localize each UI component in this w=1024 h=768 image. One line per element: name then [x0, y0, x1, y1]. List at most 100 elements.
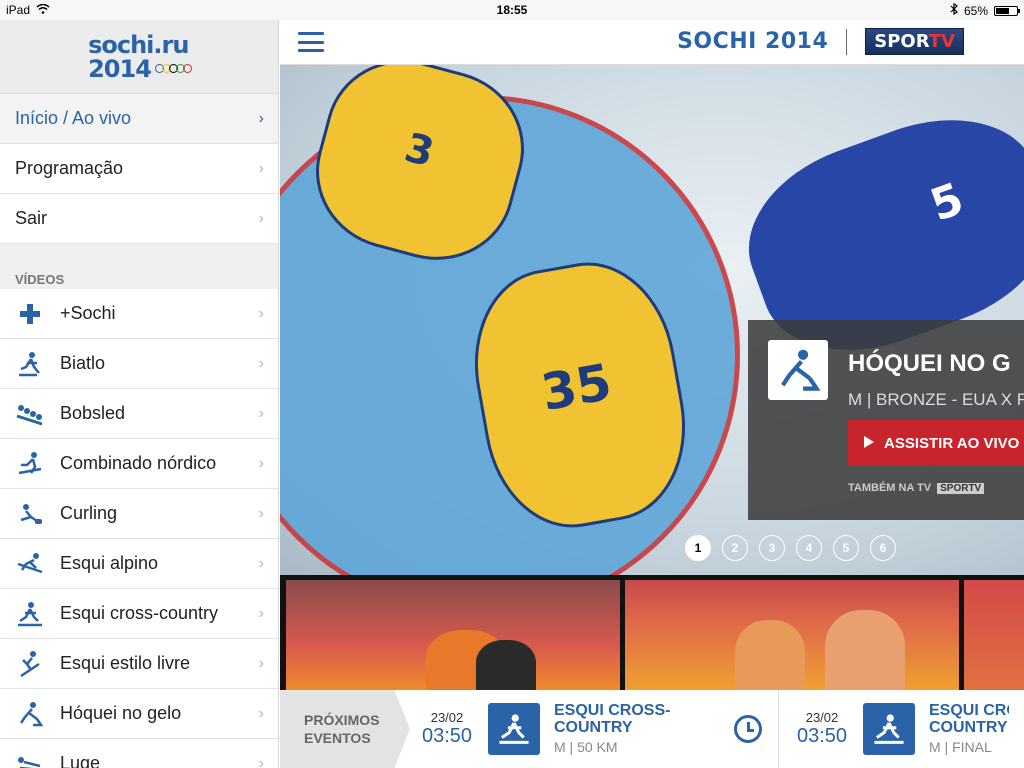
cross-country-skiing-icon — [15, 599, 45, 629]
chevron-right-icon: › — [258, 355, 264, 372]
video-label: Biatlo — [60, 353, 106, 373]
carousel-pagination: 1 2 3 4 5 6 — [685, 535, 896, 561]
event-name-line2: COUNTRY — [929, 719, 1008, 736]
status-bar: iPad 18:55 65% — [0, 0, 1024, 20]
event-when: 23/02 03:50 — [791, 710, 853, 748]
live-event-subtitle: M | BRONZE - EUA X F — [848, 390, 1024, 409]
event-meta: M | 50 KM — [554, 738, 618, 755]
sportv-logo: SPORTV — [865, 28, 964, 55]
event-divider — [778, 690, 779, 768]
video-item-biatlo[interactable]: Biatlo › — [0, 339, 278, 389]
menu-hamburger-icon[interactable] — [298, 32, 324, 52]
event-time: 03:50 — [796, 725, 848, 747]
battery-percent: 65% — [963, 3, 988, 18]
video-item-bobsled[interactable]: Bobsled › — [0, 389, 278, 439]
sportv-logo-a: SPOR — [874, 31, 929, 52]
nordic-combined-icon — [15, 449, 45, 479]
main-content: SOCHI 2014 SPORTV 3 35 5 HÓQUEI NO G M |… — [280, 20, 1024, 768]
chevron-right-icon: › — [258, 505, 264, 522]
chevron-right-icon: › — [258, 455, 264, 472]
alpine-skiing-icon — [15, 549, 45, 579]
cross-country-skiing-icon — [488, 703, 540, 755]
watch-live-button[interactable]: ASSISTIR AO VIVO — [848, 420, 1024, 466]
upcoming-label-line1: PRÓXIMOS — [304, 711, 380, 728]
event-time: 03:50 — [421, 725, 473, 747]
video-item-luge[interactable]: Luge › — [0, 739, 278, 768]
video-label: Combinado nórdico — [60, 453, 217, 473]
event-name-line1: ESQUI CROSS- — [554, 702, 671, 720]
video-item-combinado-nordico[interactable]: Combinado nórdico › — [0, 439, 278, 489]
upcoming-event[interactable]: 23/02 03:50 ESQUI CROS COUNTRY M | FINAL — [791, 703, 1009, 755]
clock-time: 18:55 — [496, 3, 528, 17]
chevron-right-icon: › — [258, 405, 264, 422]
also-on-tv-label: TAMBÉM NA TV — [848, 482, 932, 494]
video-label: Esqui cross-country — [60, 603, 219, 623]
chevron-right-icon: › — [258, 305, 264, 322]
video-label: Bobsled — [60, 403, 126, 423]
clock-icon[interactable] — [734, 715, 762, 743]
carousel-page-1[interactable]: 1 — [685, 535, 711, 561]
video-item-curling[interactable]: Curling › — [0, 489, 278, 539]
sportv-mini-logo: SPORTV — [937, 482, 985, 494]
upcoming-events-bar: PRÓXIMOS EVENTOS 23/02 03:50 ESQUI CROSS… — [280, 690, 1024, 768]
cross-country-skiing-icon — [863, 703, 915, 755]
menu-item-programacao[interactable]: Programação › — [0, 144, 278, 194]
chevron-right-icon: › — [258, 160, 264, 177]
curling-icon — [15, 499, 45, 529]
carousel-page-4[interactable]: 4 — [796, 535, 822, 561]
upcoming-label-line2: EVENTOS — [304, 730, 371, 746]
event-date: 23/02 — [805, 710, 839, 725]
video-label: Esqui alpino — [60, 553, 159, 573]
event-when: 23/02 03:50 — [416, 710, 478, 748]
video-thumbnail[interactable] — [964, 580, 1024, 690]
also-on-tv: TAMBÉM NA TV SPORTV — [848, 482, 985, 494]
play-icon — [864, 435, 874, 452]
event-meta: M | FINAL — [929, 738, 992, 755]
video-item-hoquei-no-gelo[interactable]: Hóquei no gelo › — [0, 689, 278, 739]
video-label: +Sochi — [60, 303, 116, 323]
watch-live-label: ASSISTIR AO VIVO — [884, 434, 1020, 452]
logo-line2: 2014 — [88, 54, 152, 83]
video-item-esqui-alpino[interactable]: Esqui alpino › — [0, 539, 278, 589]
carousel-page-6[interactable]: 6 — [870, 535, 896, 561]
videos-list: +Sochi › Biatlo › Bobsled › Combinado nó… — [0, 289, 278, 768]
jersey-number: 3 — [399, 124, 439, 177]
menu-item-inicio[interactable]: Início / Ao vivo › — [0, 94, 278, 144]
top-bar: SOCHI 2014 SPORTV — [280, 20, 1024, 65]
upcoming-events-label: PRÓXIMOS EVENTOS — [280, 690, 410, 768]
carousel-page-2[interactable]: 2 — [722, 535, 748, 561]
carousel-page-5[interactable]: 5 — [833, 535, 859, 561]
chevron-right-icon: › — [258, 655, 264, 672]
ice-hockey-icon — [15, 699, 45, 729]
menu-label: Sair — [15, 208, 48, 228]
event-date: 23/02 — [430, 710, 464, 725]
chevron-right-icon: › — [258, 210, 264, 227]
sochi-logo[interactable]: sochi.ru 2014 — [0, 20, 278, 94]
videos-section-title: VÍDEOS — [0, 244, 278, 289]
video-label: Esqui estilo livre — [60, 653, 191, 673]
plus-icon — [15, 299, 45, 329]
olympic-rings-icon — [154, 64, 192, 73]
video-thumbnail[interactable] — [625, 580, 959, 690]
jersey-number: 35 — [537, 352, 616, 423]
carousel-page-3[interactable]: 3 — [759, 535, 785, 561]
video-item-sochi[interactable]: +Sochi › — [0, 289, 278, 339]
event-name-line2: COUNTRY — [554, 719, 633, 736]
chevron-right-icon: › — [258, 110, 264, 127]
hero-carousel[interactable]: 3 35 5 HÓQUEI NO G M | BRONZE - EUA X F … — [280, 65, 1024, 575]
ice-hockey-icon — [768, 340, 828, 400]
upcoming-event[interactable]: 23/02 03:50 ESQUI CROSS- COUNTRY M | 50 … — [416, 702, 778, 755]
sidebar: sochi.ru 2014 Início / Ao vivo › Program… — [0, 20, 279, 768]
video-label: Curling — [60, 503, 118, 523]
video-thumbnail[interactable] — [286, 580, 620, 690]
video-item-esqui-cross-country[interactable]: Esqui cross-country › — [0, 589, 278, 639]
menu-label: Programação — [15, 158, 124, 178]
live-event-title: HÓQUEI NO G — [848, 350, 1011, 377]
live-event-card: HÓQUEI NO G M | BRONZE - EUA X F ASSISTI… — [748, 320, 1024, 520]
freestyle-skiing-icon — [15, 649, 45, 679]
video-item-esqui-estilo-livre[interactable]: Esqui estilo livre › — [0, 639, 278, 689]
menu-item-sair[interactable]: Sair › — [0, 194, 278, 244]
event-name-line1: ESQUI CROS — [929, 703, 1009, 720]
biathlon-icon — [15, 349, 45, 379]
bobsled-icon — [15, 399, 45, 429]
